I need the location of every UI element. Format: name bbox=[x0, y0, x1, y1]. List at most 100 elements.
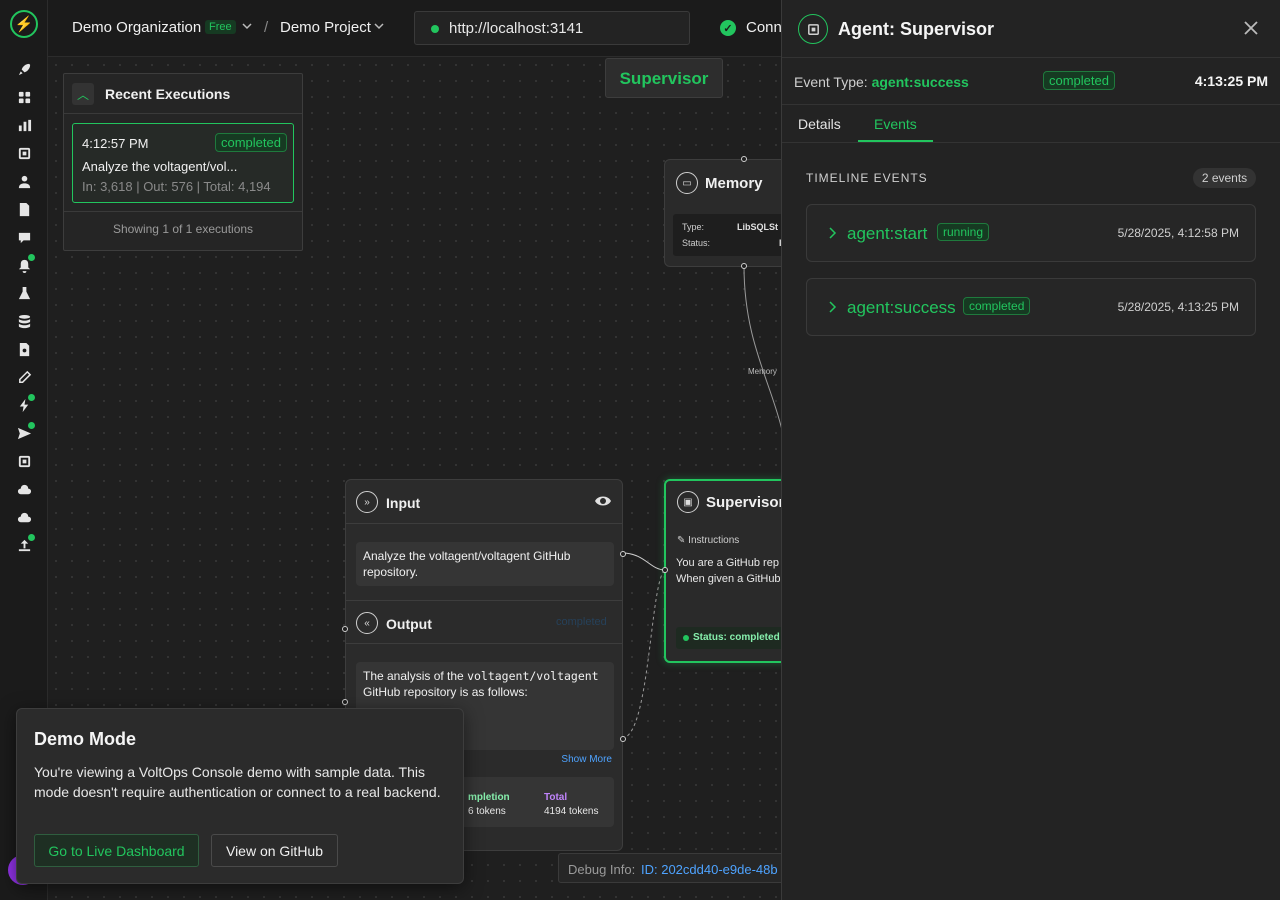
cloud-icon[interactable] bbox=[16, 481, 32, 497]
supervisor-node-title: Supervisor bbox=[706, 494, 785, 511]
timeline-events-title: TIMELINE EVENTS bbox=[806, 171, 928, 185]
bar-chart-icon[interactable] bbox=[16, 117, 32, 133]
node-port[interactable] bbox=[662, 567, 668, 573]
event-type: Event Type: agent:success bbox=[794, 74, 969, 90]
instructions-line: When given a GitHub bbox=[676, 573, 781, 585]
node-port[interactable] bbox=[620, 736, 626, 742]
file-search-icon[interactable] bbox=[16, 341, 32, 357]
tab-divider bbox=[782, 142, 1280, 143]
chat-icon[interactable] bbox=[16, 229, 32, 245]
voltagent-logo-icon[interactable]: ⚡ bbox=[10, 10, 38, 38]
instructions-label: ✎ Instructions bbox=[677, 535, 740, 546]
upload-icon[interactable] bbox=[16, 534, 35, 553]
notification-dot bbox=[28, 534, 35, 541]
memory-status-label: Status: bbox=[682, 238, 711, 248]
server-url-field[interactable]: http://localhost:3141 bbox=[414, 11, 690, 45]
event-type-value: agent:success bbox=[871, 74, 969, 90]
breadcrumb-separator: / bbox=[264, 19, 269, 36]
execution-time: 4:12:57 PM bbox=[82, 136, 149, 151]
debug-id[interactable]: ID: 202cdd40-e9de-48b bbox=[641, 862, 778, 877]
tab-details[interactable]: Details bbox=[798, 116, 841, 132]
node-port[interactable] bbox=[741, 263, 747, 269]
top-bar: Demo Organization Free / Demo Project ht… bbox=[48, 0, 788, 57]
node-port[interactable] bbox=[620, 551, 626, 557]
event-type-label: Event Type: bbox=[794, 74, 868, 90]
lightning-icon[interactable] bbox=[16, 394, 35, 413]
chevron-up-icon[interactable]: ︿ bbox=[72, 83, 94, 105]
recent-executions-header: ︿ Recent Executions bbox=[64, 74, 302, 114]
node-port[interactable] bbox=[342, 699, 348, 705]
double-chevron-left-icon: « bbox=[356, 612, 378, 634]
go-to-live-dashboard-button[interactable]: Go to Live Dashboard bbox=[34, 834, 199, 867]
input-text: Analyze the voltagent/voltagent GitHub r… bbox=[356, 542, 614, 586]
status-badge: running bbox=[937, 223, 990, 241]
event-date: 5/28/2025, 4:12:58 PM bbox=[1117, 226, 1239, 240]
chip-icon[interactable] bbox=[16, 453, 32, 469]
event-summary-row: Event Type: agent:success completed 4:13… bbox=[782, 57, 1280, 105]
timeline-events-count: 2 events bbox=[1193, 168, 1256, 188]
eye-icon[interactable] bbox=[594, 494, 612, 508]
bell-icon[interactable] bbox=[16, 254, 35, 273]
close-icon[interactable] bbox=[1242, 19, 1260, 37]
memory-type-label: Type: bbox=[682, 222, 705, 232]
server-url-text: http://localhost:3141 bbox=[449, 20, 584, 37]
instructions-line: You are a GitHub rep bbox=[676, 557, 779, 569]
chip-icon bbox=[798, 14, 828, 44]
demo-mode-title: Demo Mode bbox=[34, 729, 137, 749]
input-header: » Input bbox=[346, 480, 622, 524]
supervisor-agent-node[interactable]: ▣ Supervisor ✎ Instructions You are a Gi… bbox=[662, 479, 806, 663]
chip-icon: ▣ bbox=[677, 491, 699, 513]
node-port[interactable] bbox=[741, 156, 747, 162]
chevron-right-icon[interactable] bbox=[827, 227, 837, 239]
output-text-suffix: GitHub repository is as follows: bbox=[363, 685, 528, 699]
output-header: « Output completed bbox=[346, 600, 622, 644]
status-badge: completed bbox=[963, 297, 1031, 315]
edit-icon[interactable] bbox=[16, 369, 32, 385]
event-date: 5/28/2025, 4:13:25 PM bbox=[1117, 300, 1239, 314]
rocket-icon[interactable] bbox=[16, 61, 32, 77]
memory-node[interactable]: ▭ Memory Type: LibSQLSt Status: I bbox=[664, 156, 794, 269]
panel-title: Agent: Supervisor bbox=[838, 19, 995, 39]
event-time: 4:13:25 PM bbox=[1194, 73, 1268, 89]
node-port[interactable] bbox=[342, 626, 348, 632]
project-selector[interactable]: Demo Project bbox=[280, 19, 371, 36]
execution-tokens: In: 3,618 | Out: 576 | Total: 4,194 bbox=[82, 179, 271, 194]
connection-status-text: Conn bbox=[746, 19, 782, 36]
chevron-right-icon[interactable] bbox=[827, 301, 837, 313]
execution-item[interactable]: 4:12:57 PM completed Analyze the voltage… bbox=[72, 123, 294, 203]
instructions-preview: You are a GitHub rep When given a GitHub bbox=[676, 555, 781, 587]
chevron-down-icon[interactable] bbox=[242, 21, 252, 31]
memory-type-value: LibSQLSt bbox=[737, 222, 778, 232]
timeline-event-item[interactable]: agent:start running 5/28/2025, 4:12:58 P… bbox=[806, 204, 1256, 262]
chip-icon[interactable] bbox=[16, 145, 32, 161]
completion-tokens-value: 6 tokens bbox=[468, 806, 506, 817]
memory-drive-icon: ▭ bbox=[676, 172, 698, 194]
cloud-icon[interactable] bbox=[16, 509, 32, 525]
instructions-text: Instructions bbox=[688, 535, 740, 546]
event-name: agent:success bbox=[847, 298, 956, 317]
notification-dot bbox=[28, 422, 35, 429]
view-on-github-button[interactable]: View on GitHub bbox=[211, 834, 338, 867]
total-tokens-value: 4194 tokens bbox=[544, 806, 599, 817]
supervisor-group-label: Supervisor bbox=[605, 58, 723, 98]
database-icon[interactable] bbox=[16, 313, 32, 329]
chevron-down-icon[interactable] bbox=[374, 21, 384, 31]
output-status-badge: completed bbox=[556, 616, 607, 628]
dashboard-grid-icon[interactable] bbox=[16, 89, 32, 105]
debug-label: Debug Info: bbox=[568, 862, 636, 877]
send-icon[interactable] bbox=[16, 422, 35, 441]
show-more-link[interactable]: Show More bbox=[561, 754, 612, 765]
recent-executions-title: Recent Executions bbox=[105, 86, 231, 102]
timeline-event-item[interactable]: agent:success completed 5/28/2025, 4:13:… bbox=[806, 278, 1256, 336]
document-icon[interactable] bbox=[16, 201, 32, 217]
tab-events[interactable]: Events bbox=[874, 116, 917, 132]
organization-selector[interactable]: Demo Organization bbox=[72, 19, 201, 36]
memory-edge-label: Memory bbox=[748, 367, 777, 376]
active-tab-indicator bbox=[858, 140, 933, 142]
demo-mode-dialog: Demo Mode You're viewing a VoltOps Conso… bbox=[16, 708, 464, 884]
status-badge: completed bbox=[215, 133, 287, 152]
flask-icon[interactable] bbox=[16, 285, 32, 301]
memory-details: Type: LibSQLSt Status: I bbox=[673, 214, 791, 256]
agent-detail-panel: Agent: Supervisor Event Type: agent:succ… bbox=[781, 0, 1280, 900]
user-icon[interactable] bbox=[16, 173, 32, 189]
